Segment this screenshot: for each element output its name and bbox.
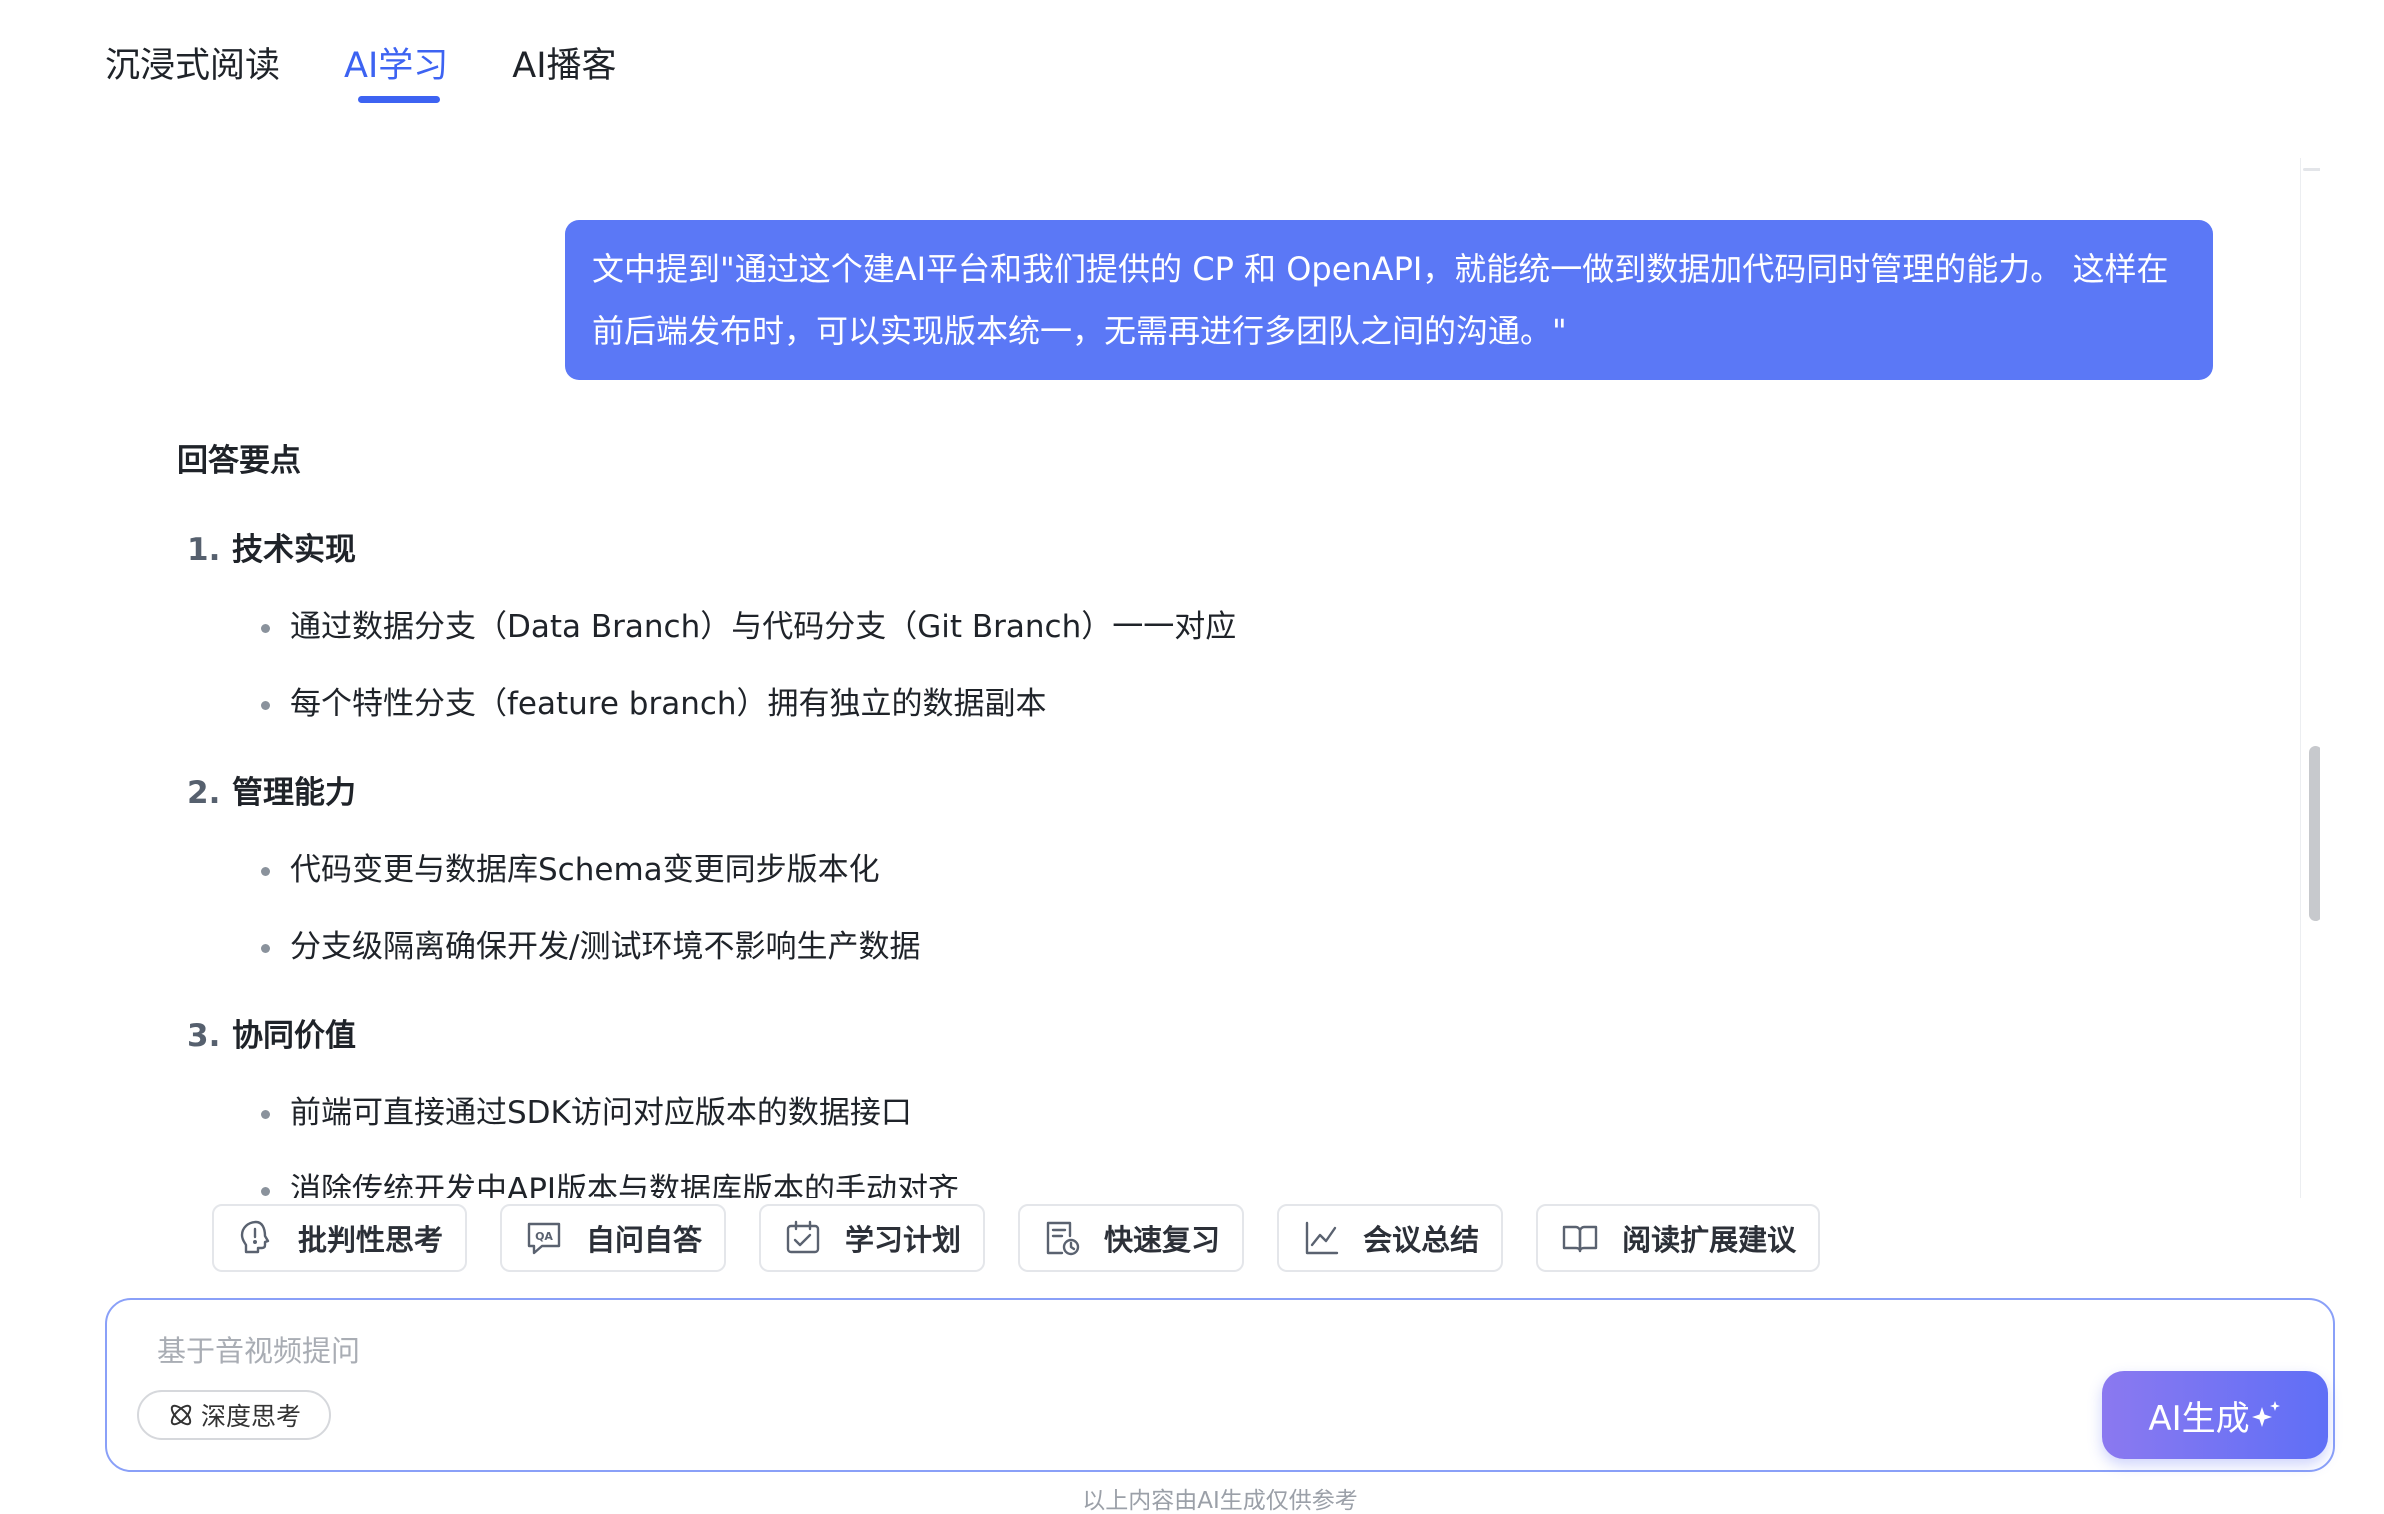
sparkle-icon (2251, 1401, 2280, 1427)
bullet-list: 通过数据分支（Data Branch）与代码分支（Git Branch）一一对应… (177, 604, 2077, 727)
quick-review-button[interactable]: 快速复习 (1018, 1204, 1245, 1272)
user-message-bubble: 文中提到"通过这个建AI平台和我们提供的 CP 和 OpenAPI，就能统一做到… (565, 220, 2213, 380)
tab-ai-podcast[interactable]: AI播客 (512, 40, 616, 92)
study-plan-label: 学习计划 (845, 1223, 962, 1257)
tab-bar: 沉浸式阅读 AI学习 AI播客 (105, 40, 617, 103)
answer-heading: 回答要点 (177, 443, 301, 479)
scrollbar-thumb[interactable] (2309, 746, 2320, 921)
self-qa-button[interactable]: QA 自问自答 (500, 1204, 727, 1272)
quick-review-label: 快速复习 (1104, 1223, 1221, 1257)
reading-extension-button[interactable]: 阅读扩展建议 (1536, 1204, 1821, 1272)
deep-think-label: 深度思考 (201, 1402, 302, 1431)
qa-bubble-icon: QA (527, 1222, 561, 1255)
bullet-item: 通过数据分支（Data Branch）与代码分支（Git Branch）一一对应 (177, 604, 2077, 650)
tab-ai-learning[interactable]: AI学习 (344, 40, 448, 103)
section-title-text: 协同价值 (232, 1018, 356, 1054)
bullet-item: 分支级隔离确保开发/测试环境不影响生产数据 (177, 924, 2077, 970)
svg-text:QA: QA (535, 1230, 553, 1243)
answer-section-title: 2. 管理能力 (177, 770, 2077, 816)
bullet-item: 代码变更与数据库Schema变更同步版本化 (177, 847, 2077, 893)
open-book-icon (1562, 1225, 1598, 1253)
ai-generate-button[interactable]: AI生成 (2102, 1371, 2328, 1459)
document-clock-icon (1046, 1221, 1080, 1256)
atom-icon (170, 1404, 192, 1426)
bullet-list: 代码变更与数据库Schema变更同步版本化 分支级隔离确保开发/测试环境不影响生… (177, 847, 2077, 970)
section-number: 3. (187, 1018, 221, 1054)
bullet-item: 前端可直接通过SDK访问对应版本的数据接口 (177, 1090, 2077, 1136)
answer-section-title: 1. 技术实现 (177, 527, 2077, 573)
ai-disclaimer: 以上内容由AI生成仅供参考 (1082, 1488, 1358, 1514)
bullet-item: 消除传统开发中API版本与数据库版本的手动对齐 (177, 1167, 2077, 1198)
calendar-check-icon (786, 1220, 820, 1254)
section-title-text: 技术实现 (232, 532, 356, 568)
critical-thinking-label: 批判性思考 (298, 1223, 444, 1257)
ai-answer: 回答要点 1. 技术实现 通过数据分支（Data Branch）与代码分支（Gi… (177, 438, 2077, 1198)
quick-actions: 批判性思考 QA 自问自答 学习计划 快速复习 会议总结 阅读扩展建议 (212, 1204, 1821, 1272)
section-title-text: 管理能力 (232, 775, 356, 811)
question-input[interactable] (155, 1326, 2059, 1380)
lightbulb-head-icon (240, 1220, 270, 1254)
scrollbar-track[interactable] (2300, 158, 2320, 1198)
chat-panel: 文中提到"通过这个建AI平台和我们提供的 CP 和 OpenAPI，就能统一做到… (105, 158, 2320, 1198)
meeting-summary-button[interactable]: 会议总结 (1277, 1204, 1504, 1272)
self-qa-label: 自问自答 (586, 1223, 703, 1257)
bullet-item: 每个特性分支（feature branch）拥有独立的数据副本 (177, 681, 2077, 727)
section-number: 2. (187, 775, 221, 811)
line-chart-icon (1305, 1221, 1339, 1255)
question-input-box: 深度思考 AI生成 (105, 1298, 2335, 1472)
deep-think-toggle[interactable]: 深度思考 (137, 1390, 332, 1440)
meeting-summary-label: 会议总结 (1363, 1223, 1480, 1257)
study-plan-button[interactable]: 学习计划 (759, 1204, 986, 1272)
reading-extension-label: 阅读扩展建议 (1622, 1223, 1797, 1257)
section-number: 1. (187, 532, 221, 568)
ai-generate-label: AI生成 (2148, 1398, 2250, 1439)
answer-section-title: 3. 协同价值 (177, 1013, 2077, 1059)
bullet-list: 前端可直接通过SDK访问对应版本的数据接口 消除传统开发中API版本与数据库版本… (177, 1090, 2077, 1198)
critical-thinking-button[interactable]: 批判性思考 (212, 1204, 468, 1272)
tab-immersive-reading[interactable]: 沉浸式阅读 (105, 40, 280, 92)
